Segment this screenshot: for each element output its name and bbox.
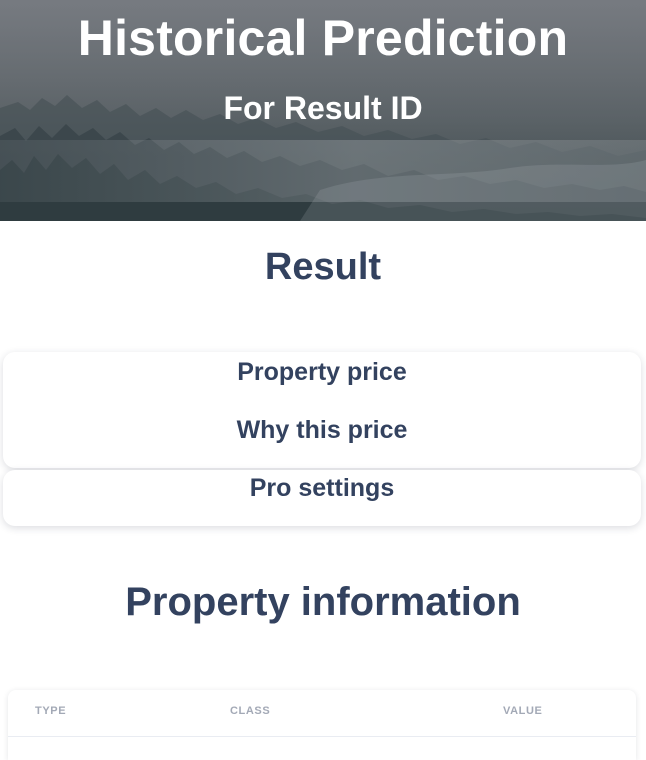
page-subtitle: For Result ID xyxy=(223,90,423,126)
pro-settings-card: Pro settings xyxy=(3,470,641,526)
table-header-class: CLASS xyxy=(230,705,271,717)
result-options-card: Property price Why this price xyxy=(3,352,641,468)
property-information-table: TYPE CLASS VALUE xyxy=(8,690,636,760)
why-this-price-link[interactable]: Why this price xyxy=(3,414,641,446)
hero-banner: Historical Prediction For Result ID xyxy=(0,0,646,221)
result-heading: Result xyxy=(264,246,382,288)
property-price-link[interactable]: Property price xyxy=(3,356,641,388)
property-information-heading: Property information xyxy=(125,580,521,624)
page-title: Historical Prediction xyxy=(77,10,569,66)
pro-settings-link[interactable]: Pro settings xyxy=(3,472,641,504)
table-header-divider xyxy=(8,736,636,737)
table-header-value: VALUE xyxy=(503,705,543,717)
table-header-type: TYPE xyxy=(35,705,67,717)
